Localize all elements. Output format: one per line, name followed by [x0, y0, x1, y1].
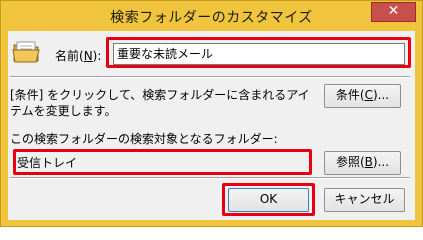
- name-input[interactable]: 重要な未読メール: [113, 43, 405, 65]
- search-folder-icon: [12, 41, 40, 63]
- target-folder-label: この検索フォルダーの検索対象となるフォルダー:: [10, 132, 278, 146]
- ok-button[interactable]: OK: [228, 188, 309, 212]
- customize-search-folder-dialog: 検索フォルダーのカスタマイズ ✕ 名前(N): 重要な未読メール [条件] をク…: [0, 0, 423, 227]
- cancel-button[interactable]: キャンセル: [324, 188, 405, 212]
- close-icon: ✕: [387, 3, 400, 19]
- divider: [10, 76, 410, 78]
- dialog-body: 名前(N): 重要な未読メール [条件] をクリックして、検索フォルダーに含まれ…: [8, 31, 415, 220]
- conditions-description: [条件] をクリックして、検索フォルダーに含まれるアイテムを変更します。: [10, 88, 310, 118]
- divider: [10, 177, 410, 179]
- browse-button[interactable]: 参照(B)...: [324, 151, 401, 175]
- close-button[interactable]: ✕: [371, 2, 416, 22]
- conditions-button[interactable]: 条件(C)...: [324, 84, 401, 108]
- name-label: 名前(N):: [55, 49, 102, 63]
- dialog-title: 検索フォルダーのカスタマイズ: [110, 10, 313, 26]
- target-folder-value: 受信トレイ: [15, 154, 310, 172]
- title-bar[interactable]: 検索フォルダーのカスタマイズ ✕: [1, 1, 422, 31]
